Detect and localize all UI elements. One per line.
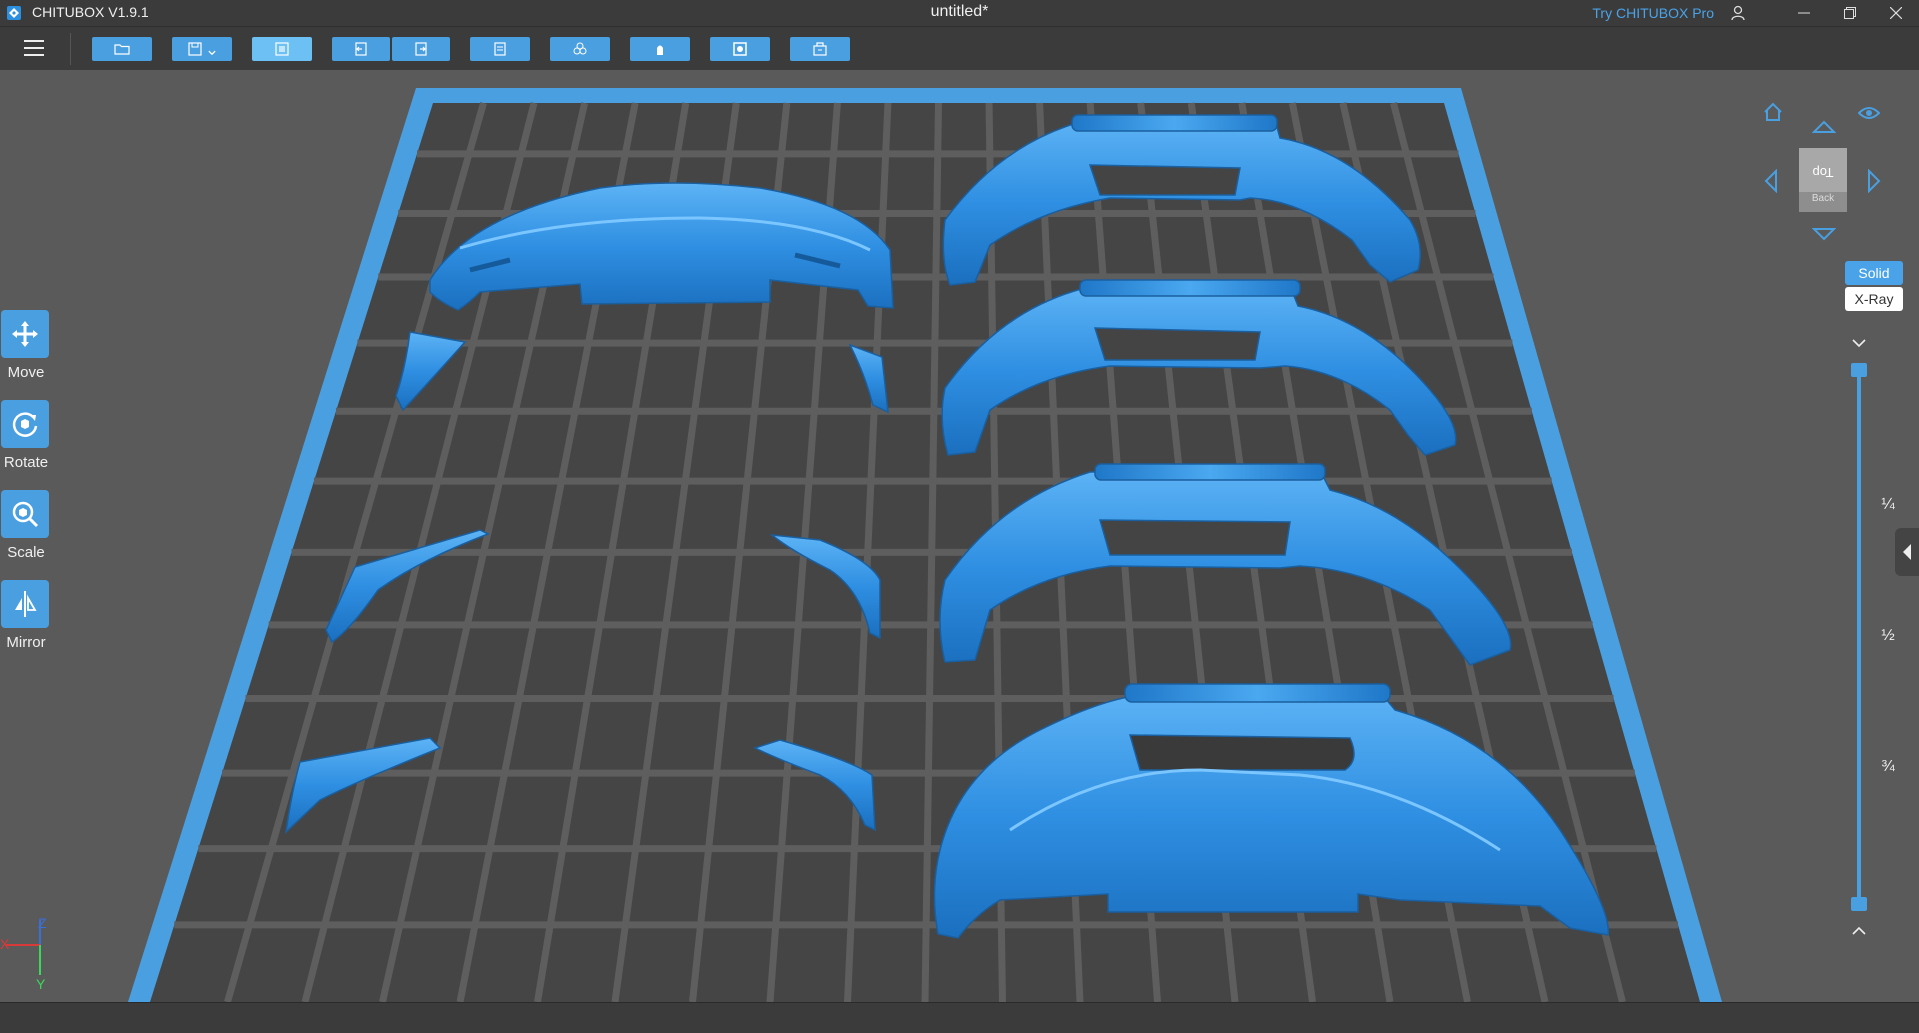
slider-mark-three-quarter: ¾	[1881, 758, 1895, 775]
scale-label: Scale	[7, 544, 45, 561]
eye-icon[interactable]	[1858, 104, 1880, 122]
solid-mode-button[interactable]: Solid	[1845, 261, 1903, 285]
layer-slider-track[interactable]	[1857, 370, 1861, 906]
axis-y-label: Y	[36, 976, 46, 990]
slider-mark-half: ½	[1881, 627, 1895, 644]
support-button[interactable]	[630, 37, 690, 61]
copy-icon	[494, 42, 506, 56]
redo-icon	[415, 42, 427, 56]
redo-button[interactable]	[392, 37, 450, 61]
app-title: CHITUBOX V1.9.1	[32, 4, 149, 20]
build-plate-scene	[128, 88, 1722, 1002]
undo-button[interactable]	[332, 37, 390, 61]
close-button[interactable]	[1873, 0, 1919, 26]
view-left-arrow-icon[interactable]	[1762, 169, 1780, 193]
save-icon	[188, 42, 202, 56]
title-bar: CHITUBOX V1.9.1 untitled* Try CHITUBOX P…	[0, 0, 1919, 26]
toolbar-divider	[70, 33, 71, 65]
scale-tool-button[interactable]: Scale	[0, 490, 52, 561]
view-cube-top-face[interactable]: Top	[1799, 148, 1847, 192]
mirror-tool-button[interactable]: Mirror	[0, 580, 52, 651]
main-toolbar	[0, 26, 1919, 71]
layer-slider-bottom-thumb[interactable]	[1851, 897, 1867, 911]
slider-chevron-up-icon[interactable]	[1849, 924, 1869, 938]
restore-icon	[1844, 7, 1856, 19]
mirror-label: Mirror	[6, 634, 46, 651]
folder-icon	[114, 44, 130, 55]
slider-mark-quarter: ¼	[1881, 496, 1895, 513]
view-right-arrow-icon[interactable]	[1865, 169, 1883, 193]
view-cube-front-face[interactable]: Back	[1799, 192, 1847, 212]
move-icon	[12, 321, 38, 347]
chevron-down-icon	[208, 50, 216, 56]
rotate-label: Rotate	[3, 454, 49, 471]
try-pro-link[interactable]: Try CHITUBOX Pro	[1592, 5, 1714, 21]
layer-slider-top-thumb[interactable]	[1851, 363, 1867, 377]
restore-button[interactable]	[1827, 0, 1873, 26]
minimize-icon	[1798, 12, 1810, 14]
arrange-icon	[573, 42, 587, 55]
scale-icon	[12, 501, 39, 528]
arrange-button[interactable]	[550, 37, 610, 61]
menu-icon[interactable]	[22, 38, 46, 58]
rotate-tool-button[interactable]: Rotate	[0, 400, 52, 471]
layout-icon	[275, 42, 289, 56]
rotate-icon	[12, 412, 38, 437]
scale-icon-tile	[1, 490, 49, 538]
chevron-left-icon	[1903, 544, 1911, 560]
move-icon-tile	[1, 310, 49, 358]
right-panel-toggle[interactable]	[1895, 528, 1919, 576]
undo-icon	[355, 42, 367, 56]
3d-viewport[interactable]	[0, 70, 1919, 1002]
axis-gizmo: Z X Y	[0, 915, 47, 990]
rotate-icon-tile	[1, 400, 49, 448]
mirror-icon	[15, 591, 37, 617]
user-icon[interactable]	[1729, 4, 1747, 22]
close-icon	[1890, 7, 1902, 19]
move-tool-button[interactable]: Move	[0, 310, 52, 381]
view-cube[interactable]: Top Back	[1799, 148, 1847, 212]
auto-layout-button[interactable]	[252, 37, 312, 61]
xray-mode-button[interactable]: X-Ray	[1845, 287, 1903, 311]
axis-x-label: X	[0, 936, 10, 952]
mirror-icon-tile	[1, 580, 49, 628]
open-file-button[interactable]	[92, 37, 152, 61]
view-down-arrow-icon[interactable]	[1812, 225, 1836, 243]
home-view-icon[interactable]	[1762, 101, 1784, 123]
axis-z-label: Z	[38, 915, 47, 931]
print-box-button[interactable]	[790, 37, 850, 61]
support-icon	[657, 45, 663, 55]
status-bar	[0, 1002, 1919, 1033]
hollow-icon	[733, 42, 747, 56]
minimize-button[interactable]	[1781, 0, 1827, 26]
hollow-button[interactable]	[710, 37, 770, 61]
app-logo-icon	[7, 6, 21, 20]
copy-button[interactable]	[470, 37, 530, 61]
box-icon	[813, 42, 827, 56]
save-file-button[interactable]	[172, 37, 232, 61]
move-label: Move	[7, 364, 45, 381]
slider-chevron-down-icon[interactable]	[1849, 336, 1869, 350]
view-up-arrow-icon[interactable]	[1812, 118, 1836, 136]
